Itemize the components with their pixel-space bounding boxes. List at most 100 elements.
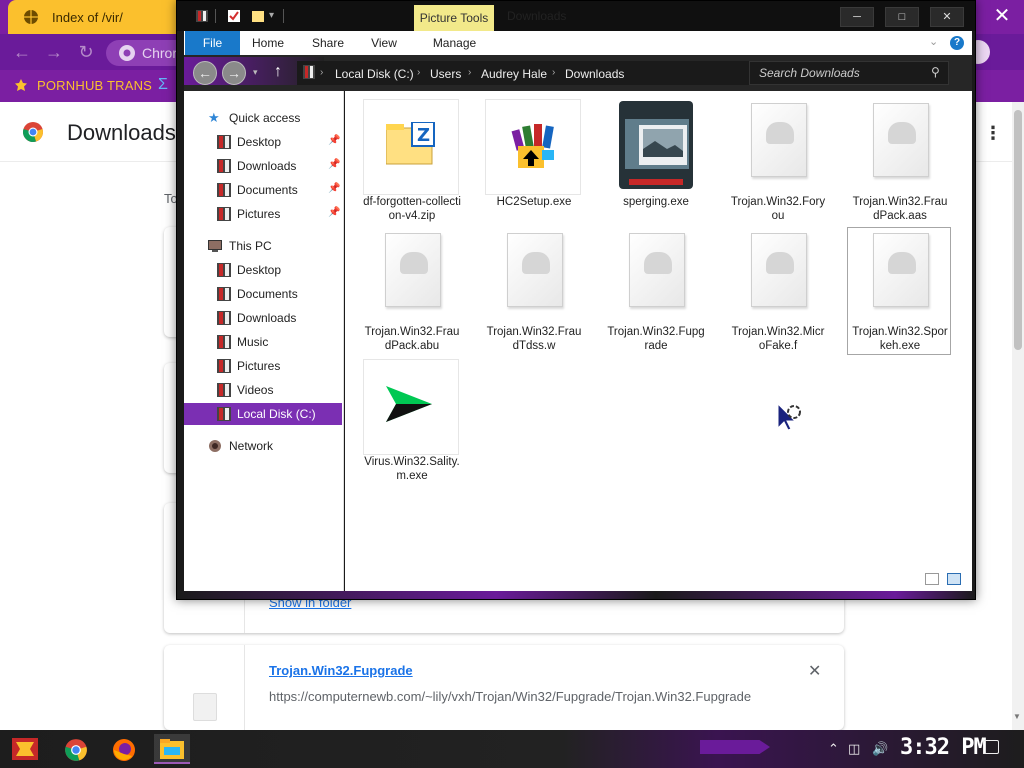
- file-name: Trojan.Win32.FraudPack.aas: [852, 196, 948, 222]
- taskbar-clock[interactable]: 3:32 PM: [900, 735, 987, 760]
- reload-icon[interactable]: ↻: [76, 42, 96, 62]
- large-icons-view-icon[interactable]: [947, 573, 961, 585]
- recent-locations-icon[interactable]: ▾: [253, 67, 258, 78]
- nav-qa-desktop[interactable]: Desktop 📌: [184, 131, 342, 153]
- back-arrow-icon[interactable]: ←: [12, 42, 32, 62]
- scrollbar-thumb[interactable]: [1014, 110, 1022, 350]
- divider: [215, 9, 216, 23]
- customize-qa-icon[interactable]: ▾: [269, 10, 274, 21]
- minimize-button[interactable]: ─: [840, 7, 874, 27]
- nav-quick-access[interactable]: ★ Quick access: [184, 107, 342, 129]
- file-item[interactable]: HC2Setup.exe: [485, 99, 583, 229]
- folder-icon: [217, 311, 231, 325]
- bookmark-item[interactable]: PORNHUB TRANS: [37, 78, 152, 93]
- taskbar-chrome[interactable]: [58, 734, 94, 764]
- expand-ribbon-icon[interactable]: ⌄: [929, 35, 938, 48]
- properties-icon[interactable]: [227, 9, 241, 23]
- file-item[interactable]: Trojan.Win32.Sporkeh.exe: [847, 227, 951, 355]
- notifications-icon[interactable]: [983, 740, 999, 754]
- pin-icon[interactable]: 📌: [328, 135, 340, 146]
- file-item[interactable]: Virus.Win32.Sality.m.exe: [363, 359, 461, 489]
- file-name: Trojan.Win32.FraudTdss.w: [486, 326, 582, 352]
- taskbar-firefox[interactable]: [106, 734, 142, 764]
- breadcrumb-user[interactable]: Audrey Hale: [481, 67, 547, 81]
- chrome-logo-icon: [65, 739, 87, 761]
- svg-text:Z: Z: [417, 125, 430, 146]
- pin-icon[interactable]: 📌: [328, 183, 340, 194]
- close-button[interactable]: ✕: [930, 7, 964, 27]
- download-file-name[interactable]: Trojan.Win32.Fupgrade: [269, 663, 413, 678]
- file-item[interactable]: Trojan.Win32.FraudPack.abu: [363, 229, 461, 359]
- breadcrumb-downloads[interactable]: Downloads: [565, 67, 624, 81]
- file-icon-box: [607, 99, 703, 195]
- start-button-icon[interactable]: [10, 736, 40, 762]
- tab-file[interactable]: File: [185, 31, 240, 55]
- app-icon: [196, 10, 208, 22]
- file-item[interactable]: Trojan.Win32.MicroFake.f: [729, 229, 827, 359]
- file-item[interactable]: Z df-forgotten-collection-v4.zip: [363, 99, 461, 229]
- file-icon-box: [851, 229, 947, 325]
- nav-qa-pictures[interactable]: Pictures 📌: [184, 203, 342, 225]
- file-name: Trojan.Win32.Sporkeh.exe: [852, 326, 948, 352]
- file-item[interactable]: Trojan.Win32.FraudPack.aas: [851, 99, 949, 229]
- nav-label: Quick access: [229, 111, 301, 125]
- remove-download-icon[interactable]: ✕: [808, 661, 821, 681]
- tab-share[interactable]: Share: [303, 31, 353, 55]
- blank-file-icon: [873, 103, 929, 177]
- explorer-window: ▾ Picture Tools Downloads ─ □ ✕ File Hom…: [176, 0, 976, 600]
- more-options-icon[interactable]: ⋮: [984, 123, 1002, 144]
- taskbar-explorer[interactable]: [154, 734, 190, 764]
- picture-tools-label: Picture Tools: [414, 5, 494, 31]
- nav-qa-downloads[interactable]: Downloads 📌: [184, 155, 342, 177]
- nav-pc-desktop[interactable]: Desktop: [184, 259, 342, 281]
- back-button[interactable]: ←: [193, 61, 217, 85]
- maximize-button[interactable]: □: [885, 7, 919, 27]
- chrome-logo-icon: [23, 122, 43, 142]
- help-icon[interactable]: ?: [950, 36, 964, 50]
- up-arrow-icon[interactable]: ↑: [274, 63, 282, 81]
- network-tray-icon[interactable]: ◫: [848, 741, 860, 757]
- breadcrumb-users[interactable]: Users: [430, 67, 461, 81]
- file-name: Trojan.Win32.Fupgrade: [607, 326, 705, 352]
- tab-manage[interactable]: Manage: [417, 31, 492, 55]
- forward-button[interactable]: →: [222, 61, 246, 85]
- nav-pc-videos[interactable]: Videos: [184, 379, 342, 401]
- pin-icon[interactable]: 📌: [328, 159, 340, 170]
- tab-view[interactable]: View: [361, 31, 407, 55]
- nav-qa-documents[interactable]: Documents 📌: [184, 179, 342, 201]
- nav-pc-documents[interactable]: Documents: [184, 283, 342, 305]
- file-icon-box: Z: [363, 99, 459, 195]
- omnibox-text: Chror: [142, 45, 178, 61]
- nav-this-pc[interactable]: This PC: [184, 235, 342, 257]
- file-item[interactable]: Trojan.Win32.FraudTdss.w: [485, 229, 583, 359]
- scroll-down-icon[interactable]: ▼: [1013, 712, 1021, 721]
- installer-icon: [511, 124, 554, 168]
- forward-arrow-icon[interactable]: →: [44, 42, 64, 62]
- nav-network[interactable]: Network: [184, 435, 342, 457]
- breadcrumb-local-disk[interactable]: Local Disk (C:): [335, 67, 414, 81]
- search-icon[interactable]: ⚲: [931, 65, 940, 79]
- taskbar-decoration: [700, 740, 770, 754]
- folder-icon: [217, 159, 231, 173]
- chrome-close-button[interactable]: ✕: [990, 4, 1014, 28]
- chrome-tab[interactable]: Index of /vir/: [8, 0, 183, 34]
- file-item[interactable]: Trojan.Win32.Foryou: [729, 99, 827, 229]
- details-view-icon[interactable]: [925, 573, 939, 585]
- tab-home[interactable]: Home: [243, 31, 293, 55]
- new-folder-icon[interactable]: [251, 9, 265, 23]
- nav-label: Pictures: [237, 359, 281, 373]
- file-name: Trojan.Win32.FraudPack.abu: [364, 326, 460, 352]
- tray-chevron-icon[interactable]: ⌃: [828, 741, 839, 757]
- nav-pc-downloads[interactable]: Downloads: [184, 307, 342, 329]
- nav-local-disk[interactable]: Local Disk (C:): [184, 403, 342, 425]
- folder-icon: [217, 359, 231, 373]
- folder-icon: [217, 183, 231, 197]
- bookmark-sigma-icon[interactable]: Σ: [158, 76, 168, 94]
- nav-pc-pictures[interactable]: Pictures: [184, 355, 342, 377]
- volume-icon[interactable]: 🔊: [872, 741, 888, 757]
- file-icon-box: [607, 229, 703, 325]
- nav-pc-music[interactable]: Music: [184, 331, 342, 353]
- file-item[interactable]: sperging.exe: [607, 99, 705, 229]
- pin-icon[interactable]: 📌: [328, 207, 340, 218]
- file-item[interactable]: Trojan.Win32.Fupgrade: [607, 229, 705, 359]
